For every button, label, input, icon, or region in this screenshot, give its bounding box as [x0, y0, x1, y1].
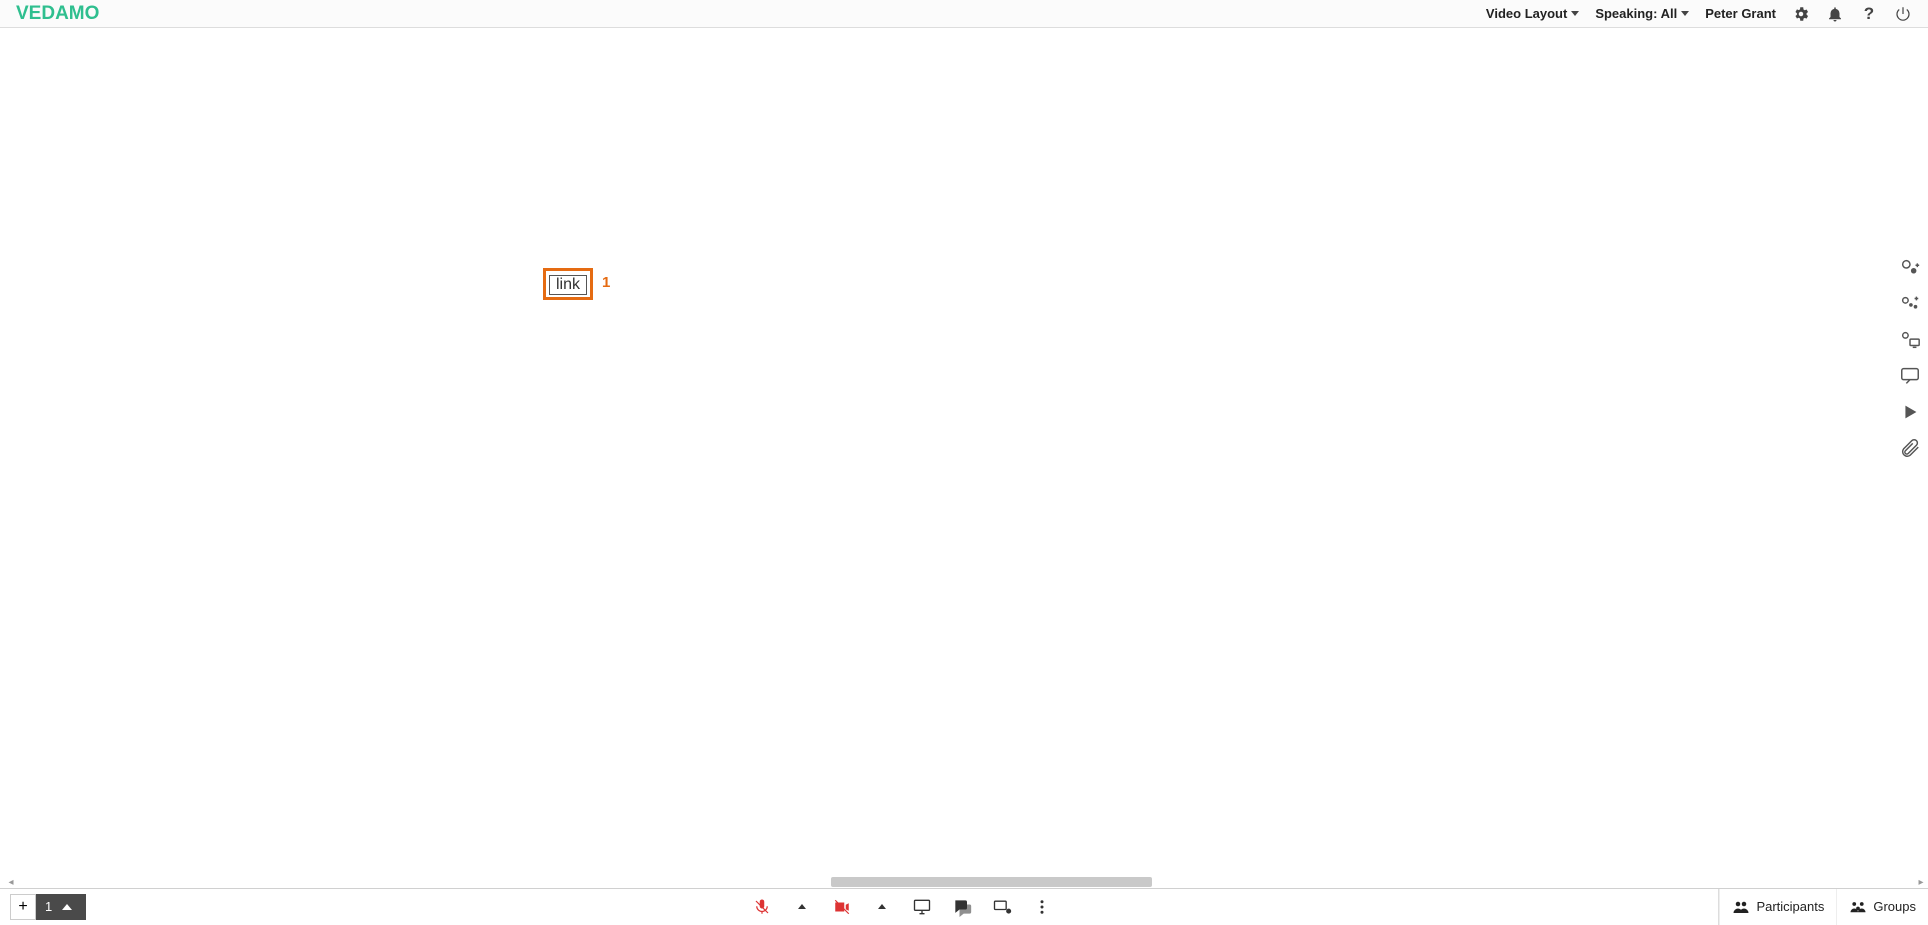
- mic-muted-icon[interactable]: [751, 896, 773, 918]
- canvas-link-object[interactable]: link: [543, 268, 593, 300]
- scroll-thumb[interactable]: [831, 877, 1151, 887]
- groups-label: Groups: [1873, 899, 1916, 914]
- video-layout-dropdown[interactable]: Video Layout: [1486, 6, 1579, 21]
- settings-icon[interactable]: [1792, 5, 1810, 23]
- header-controls: Video Layout Speaking: All Peter Grant ?: [1486, 5, 1912, 23]
- power-icon[interactable]: [1894, 5, 1912, 23]
- speaking-dropdown[interactable]: Speaking: All: [1595, 6, 1689, 21]
- screen-share-icon[interactable]: [911, 896, 933, 918]
- current-page-indicator[interactable]: 1: [36, 894, 86, 920]
- chevron-up-icon: [62, 904, 72, 910]
- camera-off-icon[interactable]: [831, 896, 853, 918]
- add-group-icon[interactable]: [1896, 292, 1924, 316]
- speaking-label: Speaking: All: [1595, 6, 1677, 21]
- camera-options-caret[interactable]: [871, 896, 893, 918]
- participants-button[interactable]: Participants: [1719, 889, 1836, 925]
- notifications-icon[interactable]: [1826, 5, 1844, 23]
- chat-panel-icon[interactable]: [1896, 364, 1924, 388]
- mic-options-caret[interactable]: [791, 896, 813, 918]
- user-label: Peter Grant: [1705, 6, 1776, 21]
- user-name[interactable]: Peter Grant: [1705, 6, 1776, 21]
- canvas-link-text: link: [549, 275, 587, 295]
- footer-center-controls: [86, 896, 1718, 918]
- present-icon[interactable]: [991, 896, 1013, 918]
- scroll-right-arrow[interactable]: ▸: [1916, 876, 1926, 888]
- attachment-icon[interactable]: [1896, 436, 1924, 460]
- footer-bar: + 1 Participants: [0, 888, 1928, 924]
- add-page-button[interactable]: +: [10, 894, 36, 920]
- chevron-down-icon: [1571, 11, 1579, 16]
- right-sidebar: [1896, 256, 1924, 460]
- annotation-marker-1: 1: [602, 274, 610, 291]
- horizontal-scrollbar[interactable]: ◂ ▸: [40, 876, 1924, 888]
- groups-button[interactable]: Groups: [1836, 889, 1928, 925]
- video-layout-label: Video Layout: [1486, 6, 1567, 21]
- footer-right-controls: Participants Groups: [1718, 889, 1928, 925]
- current-page-number: 1: [45, 899, 52, 914]
- participants-label: Participants: [1756, 899, 1824, 914]
- scroll-left-arrow[interactable]: ◂: [6, 876, 16, 888]
- help-icon[interactable]: ?: [1860, 5, 1878, 23]
- add-participant-icon[interactable]: [1896, 256, 1924, 280]
- brand-logo: VEDAMO: [16, 3, 99, 25]
- more-options-icon[interactable]: [1031, 896, 1053, 918]
- chevron-down-icon: [1681, 11, 1689, 16]
- chat-icon[interactable]: [951, 896, 973, 918]
- play-icon[interactable]: [1896, 400, 1924, 424]
- screen-share-panel-icon[interactable]: [1896, 328, 1924, 352]
- whiteboard-canvas[interactable]: link 1: [0, 28, 1928, 888]
- page-controls: + 1: [10, 894, 86, 920]
- app-header: VEDAMO Video Layout Speaking: All Peter …: [0, 0, 1928, 28]
